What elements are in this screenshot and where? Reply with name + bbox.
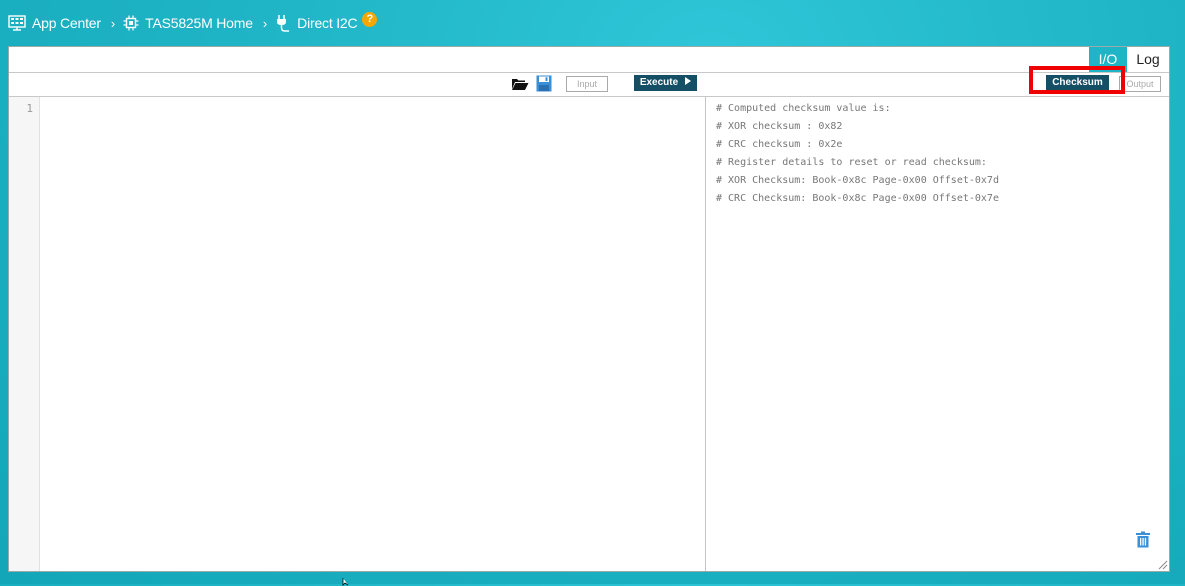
direct-i2c-panel: I/O Log Input Execute Output Checksum 1 …: [8, 46, 1170, 572]
breadcrumb-app-center[interactable]: App Center: [8, 15, 101, 31]
output-line: # XOR Checksum: Book-0x8c Page-0x00 Offs…: [716, 175, 999, 186]
breadcrumb-tas5825m-home[interactable]: TAS5825M Home: [123, 15, 253, 31]
output-console: # Computed checksum value is: # XOR chec…: [716, 100, 1159, 571]
breadcrumb-direct-i2c[interactable]: Direct I2C: [275, 14, 358, 32]
breadcrumb-separator: ›: [262, 15, 268, 31]
play-icon: [685, 77, 692, 86]
output-line: # Computed checksum value is:: [716, 103, 891, 114]
breadcrumb-label: App Center: [32, 15, 101, 31]
line-number: 1: [26, 102, 33, 115]
checksum-button[interactable]: Checksum: [1046, 75, 1109, 91]
output-line: # Register details to reset or read chec…: [716, 157, 987, 168]
breadcrumb-label: Direct I2C: [297, 15, 358, 31]
help-icon[interactable]: ?: [362, 11, 378, 27]
resize-handle-icon[interactable]: [1158, 560, 1168, 570]
breadcrumb-separator: ›: [110, 15, 116, 31]
tab-bar: I/O Log: [9, 47, 1169, 73]
breadcrumb: App Center › TAS5825M Home › Direct I2C …: [8, 11, 378, 34]
trash-icon[interactable]: [1135, 531, 1151, 548]
open-folder-icon[interactable]: [511, 77, 529, 91]
app-center-icon: [8, 15, 26, 31]
tab-log[interactable]: Log: [1127, 47, 1169, 72]
toolbar: Input Execute Output Checksum: [9, 66, 1169, 97]
plug-icon: [277, 15, 290, 32]
save-icon[interactable]: [536, 75, 552, 92]
tab-io[interactable]: I/O: [1089, 47, 1127, 72]
pane-divider[interactable]: [705, 97, 706, 571]
mouse-pointer-icon: [342, 578, 349, 586]
chip-icon: [123, 15, 139, 31]
output-line: # XOR checksum : 0x82: [716, 121, 843, 132]
breadcrumb-label: TAS5825M Home: [145, 15, 253, 31]
output-line: # CRC Checksum: Book-0x8c Page-0x00 Offs…: [716, 193, 999, 204]
execute-label: Execute: [639, 77, 679, 88]
line-number-gutter: 1: [9, 97, 40, 571]
input-button[interactable]: Input: [566, 76, 608, 92]
output-button[interactable]: Output: [1119, 76, 1161, 92]
execute-button[interactable]: Execute: [634, 75, 697, 91]
script-editor[interactable]: [40, 97, 705, 571]
output-line: # CRC checksum : 0x2e: [716, 139, 843, 150]
